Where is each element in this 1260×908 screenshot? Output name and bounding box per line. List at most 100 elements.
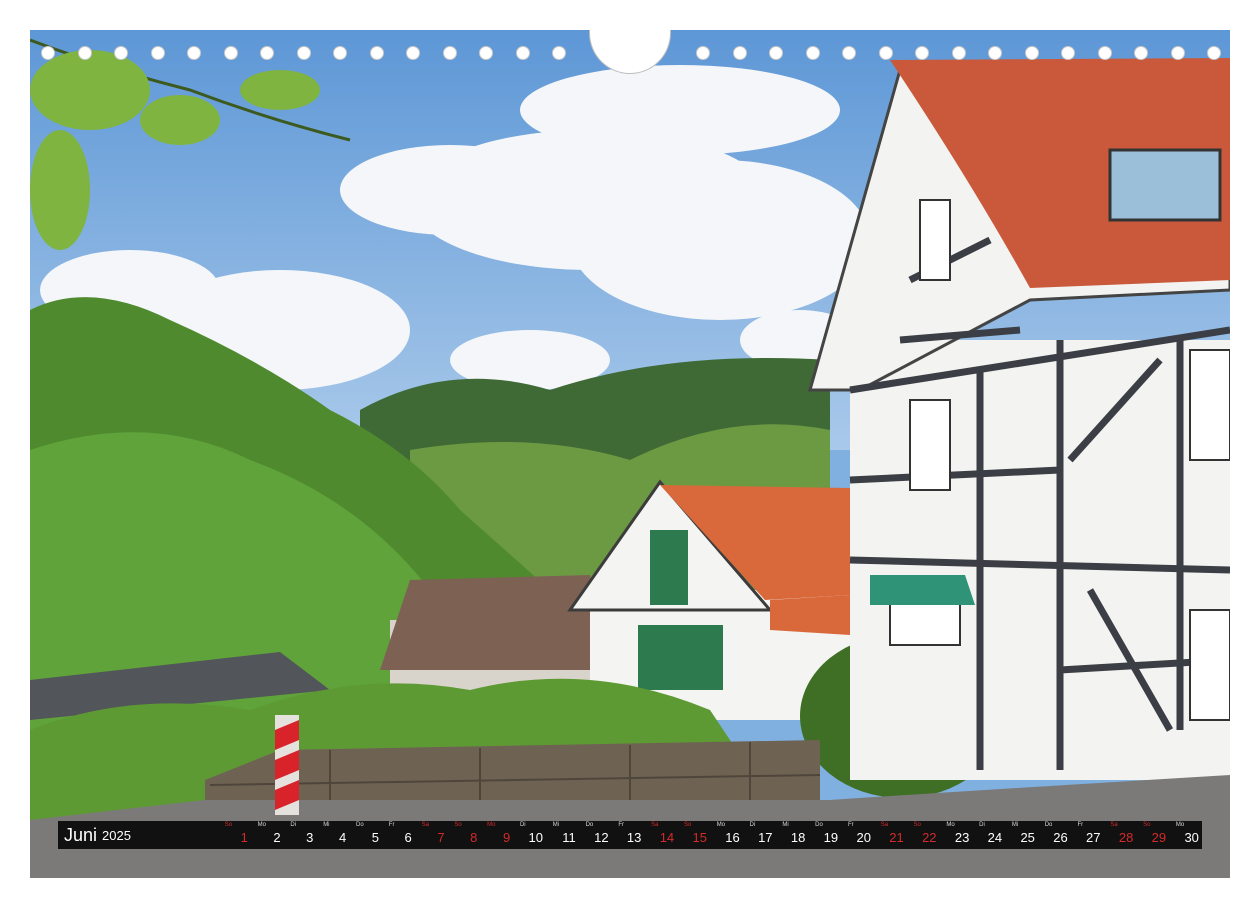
day-number: 10: [528, 830, 543, 845]
day-number: 1: [240, 830, 248, 845]
day-cell: Fr 13: [616, 821, 644, 849]
day-of-week-label: Sa: [421, 822, 429, 828]
day-of-week-label: Mi: [1011, 822, 1019, 828]
day-number: 18: [790, 830, 806, 845]
day-of-week-label: Fr: [847, 822, 854, 828]
day-cell: Sa 28: [1108, 821, 1136, 849]
day-of-week-label: So: [1143, 822, 1151, 828]
day-of-week-label: Mo: [1175, 822, 1185, 828]
day-of-week-label: Di: [519, 822, 526, 828]
day-number: 3: [306, 830, 314, 845]
day-of-week-label: Sa: [651, 822, 659, 828]
day-of-week-label: So: [454, 822, 462, 828]
day-of-week-label: So: [913, 822, 921, 828]
day-of-week-label: Sa: [880, 822, 889, 828]
day-number: 20: [856, 830, 871, 845]
day-cell: Do 19: [813, 821, 841, 849]
day-cell: Di 17: [748, 821, 776, 849]
day-of-week-label: Di: [290, 822, 297, 828]
day-number: 16: [725, 830, 740, 845]
day-number: 11: [562, 830, 576, 845]
calendar-strip: Juni 2025 So 1 Mo 2 Di 3 Mi 4 Do 5 Fr 6 Sa 7 So 8 Mo 9 Di 1…: [58, 821, 1202, 849]
day-cell: Do 26: [1043, 821, 1071, 849]
day-number: 22: [922, 830, 937, 845]
green-awning: [870, 575, 975, 605]
day-number: 23: [954, 830, 970, 845]
day-of-week-label: Fr: [388, 822, 395, 828]
day-cell: Mo 23: [944, 821, 972, 849]
day-number: 28: [1118, 830, 1134, 845]
roof-skylight: [1108, 148, 1222, 222]
year-label: 2025: [102, 827, 131, 843]
day-cell: Di 24: [977, 821, 1005, 849]
day-number: 7: [437, 830, 445, 845]
day-cell: Do 5: [354, 821, 382, 849]
day-number: 12: [594, 830, 609, 845]
day-of-week-label: Mo: [487, 822, 496, 828]
day-number: 13: [626, 830, 642, 845]
day-cell: So 29: [1141, 821, 1169, 849]
day-number: 8: [470, 830, 478, 845]
day-cell: Mi 18: [780, 821, 808, 849]
day-cell: Di 3: [288, 821, 316, 849]
day-of-week-label: Do: [1044, 822, 1053, 828]
day-cells: So 1 Mo 2 Di 3 Mi 4 Do 5 Fr 6 Sa 7 So 8 Mo 9 Di 10 Mi 11 Do 12 F…: [218, 821, 1202, 849]
middle-house-roof: [380, 575, 600, 670]
day-cell: Mi 25: [1010, 821, 1038, 849]
day-of-week-label: Sa: [1110, 822, 1118, 828]
day-cell: Mo 2: [256, 821, 284, 849]
day-of-week-label: Di: [979, 822, 985, 828]
day-of-week-label: Mi: [323, 822, 330, 828]
day-of-week-label: Di: [749, 822, 756, 828]
day-cell: So 8: [452, 821, 480, 849]
day-cell: Do 12: [584, 821, 612, 849]
day-cell: So 1: [223, 821, 251, 849]
day-cell: Sa 7: [420, 821, 448, 849]
day-number: 2: [273, 830, 281, 845]
calendar-photo: [30, 30, 1230, 878]
day-of-week-label: So: [224, 822, 233, 828]
day-cell: Mo 30: [1174, 821, 1202, 849]
day-cell: Sa 21: [879, 821, 907, 849]
day-of-week-label: Mi: [552, 822, 560, 828]
day-cell: Mi 4: [321, 821, 349, 849]
day-cell: So 15: [682, 821, 710, 849]
day-cell: Sa 14: [649, 821, 677, 849]
day-cell: Mo 16: [715, 821, 743, 849]
day-of-week-label: Fr: [1077, 822, 1084, 828]
day-cell: Mi 11: [551, 821, 579, 849]
day-of-week-label: Do: [585, 822, 594, 828]
day-number: 30: [1184, 830, 1199, 845]
day-number: 21: [889, 830, 904, 845]
day-number: 27: [1086, 830, 1101, 845]
day-cell: Mo 9: [485, 821, 513, 849]
month-name: Juni: [64, 824, 98, 845]
day-number: 9: [502, 830, 511, 845]
day-of-week-label: Fr: [618, 822, 625, 828]
day-number: 25: [1020, 830, 1035, 845]
day-number: 29: [1151, 830, 1167, 845]
day-number: 24: [987, 830, 1003, 845]
day-cell: Fr 27: [1076, 821, 1104, 849]
day-cell: Fr 6: [387, 821, 415, 849]
day-number: 15: [692, 830, 707, 845]
day-of-week-label: Do: [815, 822, 823, 828]
day-of-week-label: So: [683, 822, 692, 828]
month-label: Juni 2025: [58, 821, 218, 849]
day-of-week-label: Mo: [257, 822, 266, 828]
day-number: 14: [659, 830, 675, 845]
green-barn-door: [638, 625, 723, 690]
day-of-week-label: Mi: [782, 822, 789, 828]
day-cell: Di 10: [518, 821, 546, 849]
day-cell: So 22: [912, 821, 940, 849]
day-of-week-label: Mo: [946, 822, 955, 828]
day-number: 17: [758, 830, 773, 845]
day-number: 19: [823, 830, 839, 845]
day-number: 26: [1053, 830, 1068, 845]
day-number: 6: [404, 830, 412, 845]
day-of-week-label: Do: [355, 822, 364, 828]
village-scene-illustration: [30, 30, 1230, 878]
day-of-week-label: Mo: [716, 822, 726, 828]
day-number: 5: [371, 830, 379, 845]
day-cell: Fr 20: [846, 821, 874, 849]
